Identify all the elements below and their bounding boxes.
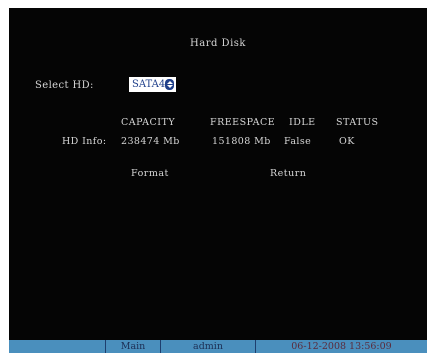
- column-header-idle: IDLE: [289, 117, 316, 128]
- dvr-screen: Hard Disk Select HD: SATA4 CAPACITY FREE…: [9, 8, 427, 353]
- capacity-value: 238474 Mb: [121, 136, 180, 147]
- status-value: OK: [339, 136, 355, 147]
- status-user: admin: [160, 340, 255, 353]
- select-hd-dropdown[interactable]: SATA4: [129, 77, 176, 92]
- format-button[interactable]: Format: [131, 168, 169, 179]
- status-menu: Main: [105, 340, 160, 353]
- up-down-spinner-icon[interactable]: [165, 79, 174, 90]
- idle-value: False: [284, 136, 312, 147]
- select-hd-value: SATA4: [132, 79, 166, 90]
- status-datetime: 06-12-2008 13:56:09: [255, 340, 427, 353]
- column-header-status: STATUS: [336, 117, 379, 128]
- dialog-title: Hard Disk: [190, 38, 246, 49]
- status-bar: Main admin 06-12-2008 13:56:09: [9, 340, 427, 353]
- arrow-up-icon: [166, 81, 173, 84]
- column-header-capacity: CAPACITY: [121, 117, 176, 128]
- column-header-freespace: FREESPACE: [210, 117, 276, 128]
- arrow-down-icon: [166, 85, 173, 88]
- freespace-value: 151808 Mb: [212, 136, 271, 147]
- select-hd-label: Select HD:: [35, 80, 94, 91]
- hd-info-label: HD Info:: [62, 136, 107, 147]
- return-button[interactable]: Return: [270, 168, 306, 179]
- status-segment-empty: [9, 340, 105, 353]
